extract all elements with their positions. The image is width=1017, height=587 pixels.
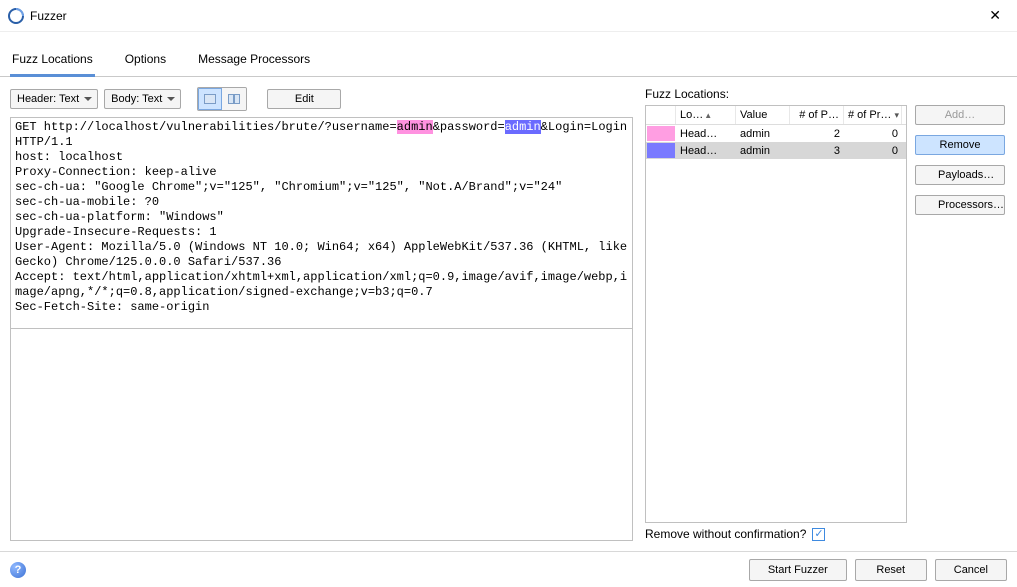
remove-confirm-label: Remove without confirmation? [645,527,806,541]
layout-split-button[interactable] [222,88,246,110]
edit-button[interactable]: Edit [267,89,341,109]
color-swatch [647,126,675,141]
fuzz-location-username[interactable]: admin [397,120,433,134]
locations-table: Lo…▲ Value # of P… # of Pro…▾ Head… admi… [645,105,907,523]
cell-value: admin [736,127,790,141]
remove-confirm-checkbox[interactable]: ✓ [812,528,825,541]
request-text: GET http://localhost/vulnerabilities/bru… [15,120,397,134]
cell-value: admin [736,144,790,158]
cell-num-payloads: 2 [790,127,844,141]
column-num-payloads[interactable]: # of P… [790,106,844,124]
processors-button[interactable]: Processors… [915,195,1005,215]
tabbar: Fuzz Locations Options Message Processor… [0,32,1017,77]
remove-button[interactable]: Remove [915,135,1005,155]
help-icon[interactable]: ? [10,562,26,578]
tab-options[interactable]: Options [123,46,168,76]
left-panel: Header: Text Body: Text Edit GET http://… [10,87,633,541]
header-view-dropdown[interactable]: Header: Text [10,89,98,109]
column-value[interactable]: Value [736,106,790,124]
column-num-processors[interactable]: # of Pro…▾ [844,106,902,124]
tab-message-processors[interactable]: Message Processors [196,46,312,76]
payloads-button[interactable]: Payloads… [915,165,1005,185]
body-view-dropdown[interactable]: Body: Text [104,89,181,109]
window-title: Fuzzer [30,9,67,23]
reset-button[interactable]: Reset [855,559,927,581]
main-content: Header: Text Body: Text Edit GET http://… [0,77,1017,547]
locations-label: Fuzz Locations: [645,87,1007,101]
close-icon[interactable]: ✕ [981,3,1009,28]
request-toolbar: Header: Text Body: Text Edit [10,87,633,111]
table-row[interactable]: Head… admin 2 0 [646,125,906,142]
table-body: Head… admin 2 0 Head… admin 3 0 [646,125,906,522]
request-text: &password= [433,120,505,134]
side-buttons: Add… Remove Payloads… Processors… [915,105,1007,523]
column-location[interactable]: Lo…▲ [676,106,736,124]
request-text: &Login=Login HTTP/1.1 host: localhost Pr… [15,120,633,314]
layout-toggle-group [197,87,247,111]
start-fuzzer-button[interactable]: Start Fuzzer [749,559,847,581]
remove-confirm-row: Remove without confirmation? ✓ [645,527,1007,541]
layout-single-button[interactable] [198,88,222,110]
right-panel: Fuzz Locations: Lo…▲ Value # of P… # of … [645,87,1007,541]
cell-num-processors: 0 [844,144,902,158]
cancel-button[interactable]: Cancel [935,559,1007,581]
app-icon [8,8,24,24]
column-color[interactable] [646,106,676,124]
request-body-pane[interactable] [10,329,633,541]
request-header-pane[interactable]: GET http://localhost/vulnerabilities/bru… [10,117,633,329]
cell-num-payloads: 3 [790,144,844,158]
cell-location: Head… [676,144,736,158]
cell-location: Head… [676,127,736,141]
table-header: Lo…▲ Value # of P… # of Pro…▾ [646,106,906,125]
tab-fuzz-locations[interactable]: Fuzz Locations [10,46,95,77]
table-row[interactable]: Head… admin 3 0 [646,142,906,159]
cell-num-processors: 0 [844,127,902,141]
color-swatch [647,143,675,158]
titlebar: Fuzzer ✕ [0,0,1017,32]
column-menu-icon[interactable]: ▾ [894,110,899,121]
dialog-footer: ? Start Fuzzer Reset Cancel [0,551,1017,587]
fuzz-location-password[interactable]: admin [505,120,541,134]
add-button: Add… [915,105,1005,125]
